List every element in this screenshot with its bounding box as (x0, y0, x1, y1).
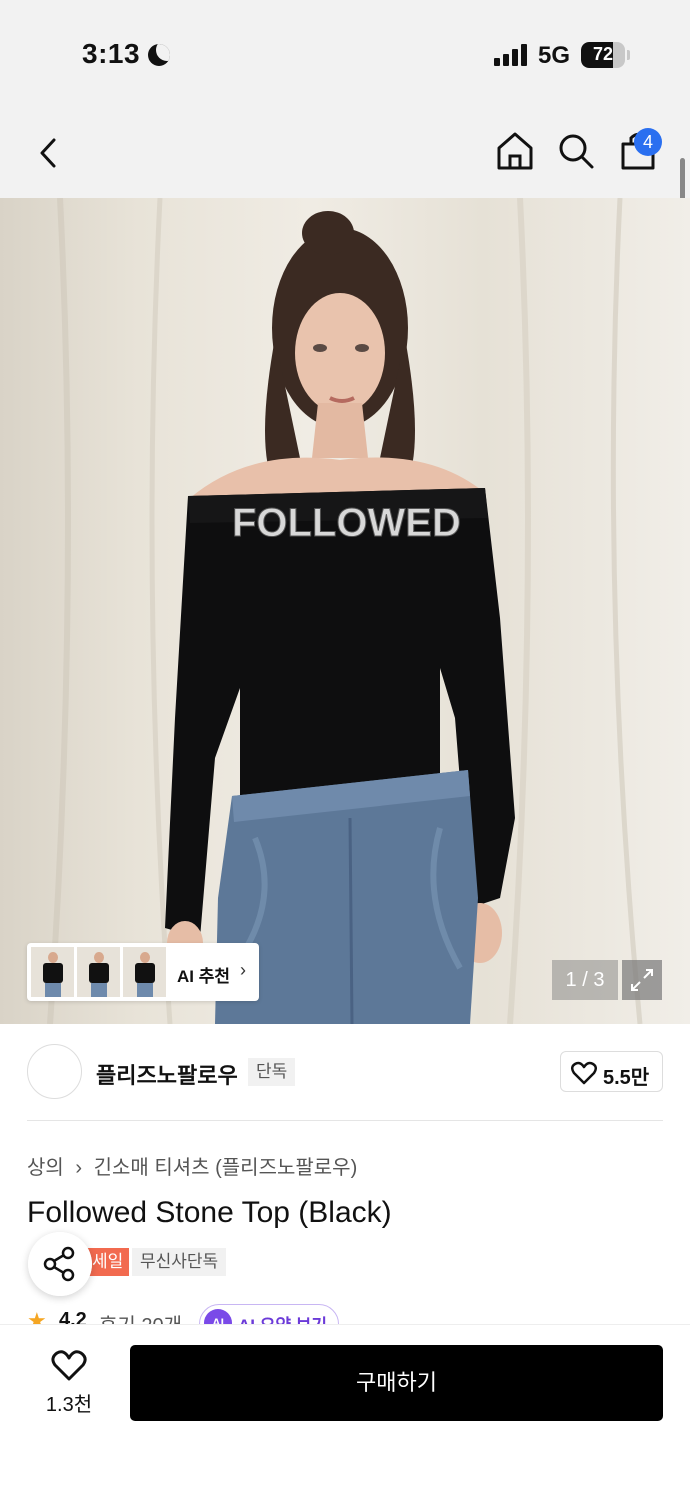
exclusive-badge: 무신사단독 (132, 1248, 227, 1276)
ai-summary-button[interactable]: AI AI 요약 보기 (199, 1304, 339, 1326)
brand-like-button[interactable]: 5.5만 (560, 1051, 663, 1092)
battery-level: 72 (592, 44, 614, 64)
product-image[interactable]: FOLLOWED 1 / 3 (0, 198, 690, 1024)
image-page-indicator: 1 / 3 (552, 960, 618, 1000)
divider (27, 1120, 663, 1121)
thumbnail-3[interactable] (123, 947, 166, 997)
wishlist-count: 1.3천 (45, 1394, 93, 1416)
expand-icon[interactable] (622, 960, 662, 1000)
product-title: Followed Stone Top (Black) (27, 1196, 392, 1229)
heart-icon (571, 1061, 597, 1085)
wishlist-button[interactable]: 1.3천 (28, 1344, 110, 1420)
brand-like-count: 5.5만 (603, 1067, 650, 1089)
cart-badge: 4 (634, 128, 662, 156)
thumbnail-1[interactable] (31, 947, 74, 997)
signal-icon (494, 44, 530, 66)
search-icon[interactable] (556, 130, 596, 172)
share-button[interactable] (28, 1232, 92, 1296)
thumbnail-2[interactable] (77, 947, 120, 997)
sale-badge: 세일 (86, 1248, 130, 1276)
battery-icon: 72 (581, 42, 625, 68)
chevron-right-icon: › (240, 960, 246, 980)
home-icon[interactable] (495, 130, 535, 172)
breadcrumb-category[interactable]: 상의 (27, 1157, 64, 1179)
network-type: 5G (538, 42, 571, 69)
brand-logo[interactable] (27, 1044, 82, 1099)
status-time: 3:13 (82, 38, 141, 69)
back-button[interactable] (30, 132, 70, 174)
ai-recommend-label[interactable]: AI 추천 (177, 962, 230, 987)
status-bar: 3:13 5G 72 (0, 0, 690, 100)
model-photo: FOLLOWED (47, 198, 643, 1024)
moon-icon (148, 44, 170, 66)
rating-row: ★ 4.2 후기 20개 AI AI 요약 보기 (27, 1304, 667, 1326)
brand-name[interactable]: 플리즈노팔로우 (96, 1058, 238, 1090)
brand-exclusive-tag: 단독 (248, 1058, 296, 1086)
shirt-print: FOLLOWED (232, 501, 461, 545)
breadcrumb: 상의 › 긴소매 티셔츠 (플리즈노팔로우) (27, 1151, 363, 1180)
heart-icon (51, 1350, 87, 1381)
buy-button[interactable]: 구매하기 (130, 1345, 663, 1421)
chevron-right-icon: › (75, 1157, 83, 1179)
breadcrumb-subcategory[interactable]: 긴소매 티셔츠 (플리즈노팔로우) (94, 1157, 358, 1179)
